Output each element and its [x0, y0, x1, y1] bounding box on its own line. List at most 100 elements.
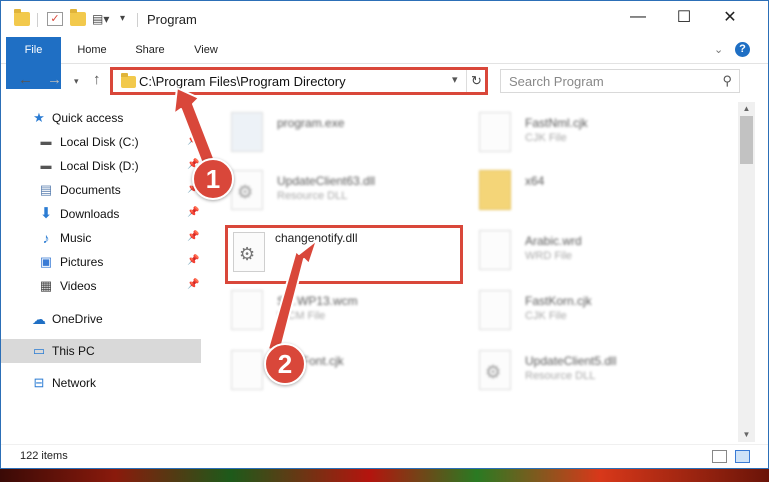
search-placeholder: Search Program [509, 74, 604, 89]
address-bar[interactable]: C:\Program Files\Program Directory ▾ ↻ [111, 68, 487, 94]
file-item[interactable]: UpdateClient63.dll Resource DLL [231, 166, 471, 218]
file-item[interactable]: UpdateClient5.dll Resource DLL [479, 346, 719, 398]
forward-arrow-icon[interactable]: → [47, 71, 62, 88]
file-name: UpdateClient63.dll [277, 174, 376, 188]
file-name: Arabic.wrd [525, 234, 582, 248]
sidebar-item-quick-access[interactable]: ★ Quick access [1, 106, 201, 130]
sidebar-item-onedrive[interactable]: ☁ OneDrive [1, 307, 201, 331]
file-icon [479, 112, 511, 152]
documents-icon: ▤ [39, 182, 53, 197]
file-type: WCM File [277, 310, 326, 322]
recent-locations-chevron-icon[interactable]: ▾ [74, 76, 79, 87]
sidebar-item-videos[interactable]: ▦ Videos 📌 [1, 274, 201, 298]
file-name: program.exe [277, 116, 345, 130]
pin-icon[interactable]: 📌 [187, 135, 199, 146]
scroll-up-icon[interactable]: ▲ [738, 102, 755, 116]
up-arrow-icon[interactable]: ↑ [93, 71, 101, 88]
folder-icon [14, 9, 30, 26]
sidebar-item-label: Quick access [52, 111, 124, 125]
folder-icon [479, 170, 511, 210]
drive-icon: ▬ [40, 136, 52, 148]
file-item[interactable]: program.exe [231, 108, 471, 160]
dll-icon [231, 170, 263, 210]
window-title: Program [147, 12, 197, 27]
sidebar-item-downloads[interactable]: ⬇ Downloads 📌 [1, 202, 201, 226]
divider [137, 13, 138, 27]
item-count: 122 items [20, 450, 68, 462]
pin-icon[interactable]: 📌 [187, 279, 199, 290]
file-icon [231, 350, 263, 390]
step-1-badge: 1 [192, 158, 234, 200]
maximize-button[interactable]: ☐ [661, 1, 707, 33]
sidebar-item-network[interactable]: ⊟ Network [1, 371, 201, 395]
properties-icon[interactable]: ✓ [47, 12, 63, 26]
customize-toolbar-icon[interactable]: ▾ [120, 12, 130, 26]
pin-icon[interactable]: 📌 [187, 207, 199, 218]
file-icon [479, 290, 511, 330]
file-name: changenotify.dll [275, 231, 358, 245]
dll-icon [479, 350, 511, 390]
divider [37, 13, 38, 27]
computer-icon: ▭ [32, 343, 46, 358]
sidebar-item-this-pc[interactable]: ▭ This PC [1, 339, 201, 363]
expand-ribbon-icon[interactable]: ⌄ [714, 43, 723, 56]
file-name: S…WP13.wcm [277, 294, 358, 308]
scroll-down-icon[interactable]: ▼ [738, 428, 755, 442]
folder-item[interactable]: x64 [479, 166, 719, 218]
close-button[interactable]: ✕ [707, 1, 753, 33]
navigation-pane: ★ Quick access ▬ Local Disk (C:) 📌 ▬ Loc… [1, 102, 205, 442]
back-arrow-icon[interactable]: ← [18, 71, 33, 88]
file-icon [231, 290, 263, 330]
sidebar-item-music[interactable]: ♪ Music 📌 [1, 226, 201, 250]
tab-view[interactable]: View [181, 37, 231, 64]
ribbon: File Home Share View ⌄ ? [1, 37, 768, 89]
address-path[interactable]: C:\Program Files\Program Directory [139, 74, 346, 89]
drive-icon: ▬ [40, 160, 52, 172]
step-2-badge: 2 [264, 343, 306, 385]
status-bar: 122 items [1, 444, 768, 468]
title-bar: ✓ ▤▾ ▾ Program — ☐ ✕ [1, 1, 768, 37]
search-box[interactable]: Search Program ⚲ [500, 69, 740, 93]
sidebar-item-documents[interactable]: ▤ Documents 📌 [1, 178, 201, 202]
search-icon[interactable]: ⚲ [722, 73, 732, 89]
cloud-icon: ☁ [32, 311, 46, 327]
file-type: Resource DLL [525, 370, 596, 382]
sidebar-item-local-disk-c[interactable]: ▬ Local Disk (C:) 📌 [1, 130, 201, 154]
file-item[interactable]: FastNml.cjk CJK File [479, 108, 719, 160]
sidebar-item-label: Videos [60, 279, 97, 293]
pin-icon[interactable]: 📌 [187, 255, 199, 266]
network-icon: ⊟ [33, 375, 45, 390]
star-icon: ★ [33, 110, 45, 125]
sidebar-item-local-disk-d[interactable]: ▬ Local Disk (D:) 📌 [1, 154, 201, 178]
minimize-button[interactable]: — [615, 1, 661, 33]
sidebar-item-label: Network [52, 376, 97, 390]
file-name: FastNml.cjk [525, 116, 588, 130]
refresh-icon[interactable]: ↻ [466, 69, 486, 93]
pictures-icon: ▣ [39, 254, 53, 269]
file-item[interactable]: Arabic.wrd WRD File [479, 226, 719, 278]
details-view-icon[interactable] [712, 450, 727, 463]
dll-icon [233, 232, 265, 272]
tab-share[interactable]: Share [125, 37, 175, 64]
tab-home[interactable]: Home [67, 37, 117, 64]
file-item[interactable]: S…WP13.wcm WCM File [231, 286, 471, 338]
sidebar-item-label: Music [60, 231, 92, 245]
download-icon: ⬇ [39, 205, 53, 222]
file-list: program.exe FastNml.cjk CJK File UpdateC… [205, 102, 738, 442]
vertical-scrollbar[interactable]: ▲ ▼ [738, 102, 755, 442]
videos-icon: ▦ [39, 278, 53, 293]
address-dropdown-icon[interactable]: ▾ [452, 73, 458, 86]
explorer-window: ✓ ▤▾ ▾ Program — ☐ ✕ File Home Share Vie… [0, 0, 769, 469]
sidebar-item-label: This PC [52, 344, 95, 358]
file-type: CJK File [525, 132, 567, 144]
pin-icon[interactable]: 📌 [187, 231, 199, 242]
new-folder-icon[interactable] [70, 9, 86, 26]
large-icons-view-icon[interactable] [735, 450, 750, 463]
file-item-changenotify[interactable]: changenotify.dll [233, 228, 473, 280]
help-icon[interactable]: ? [735, 42, 750, 57]
folder-icon [121, 73, 136, 88]
file-item[interactable]: FastKorn.cjk CJK File [479, 286, 719, 338]
view-menu-icon[interactable]: ▤▾ [92, 12, 114, 26]
sidebar-item-pictures[interactable]: ▣ Pictures 📌 [1, 250, 201, 274]
scrollbar-thumb[interactable] [740, 116, 753, 164]
